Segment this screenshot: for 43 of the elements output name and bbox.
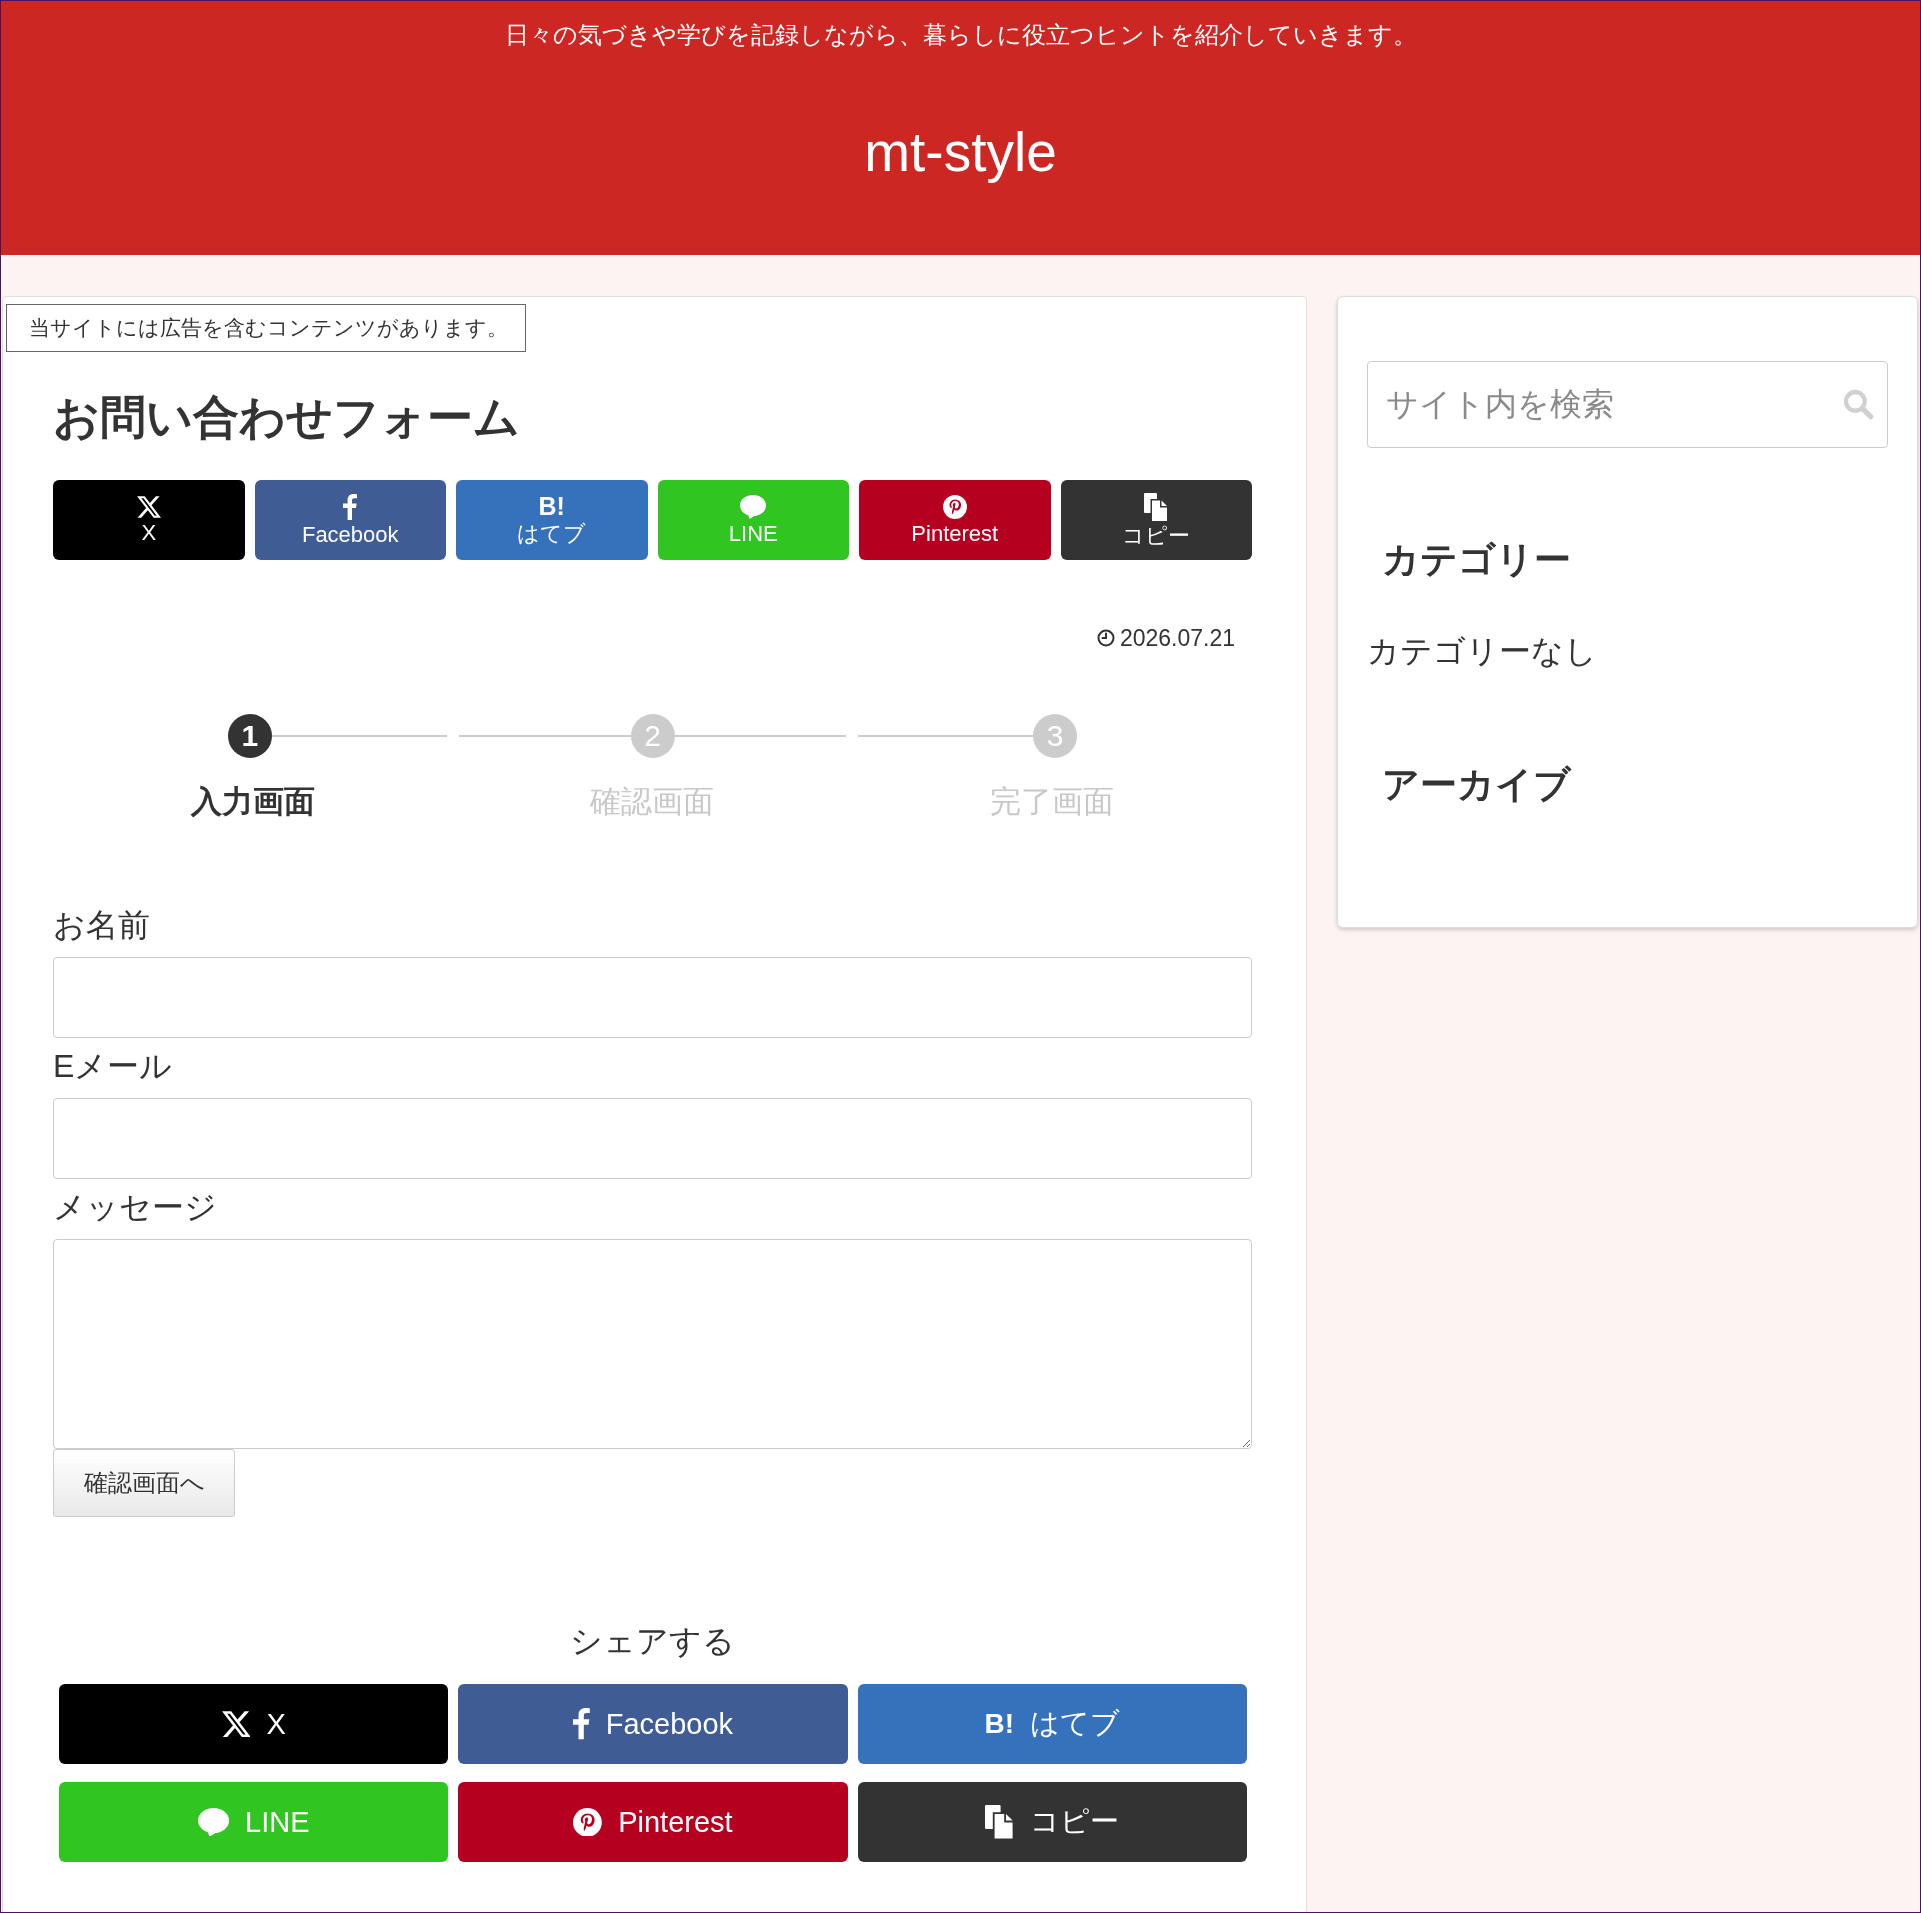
confirm-button[interactable]: 確認画面へ: [53, 1449, 235, 1517]
copy-share-button[interactable]: コピー: [857, 1782, 1247, 1862]
field-label: お名前: [53, 906, 150, 945]
site-title[interactable]: mt-style: [864, 120, 1057, 184]
step-label: 入力画面: [190, 783, 315, 821]
b-logo-icon: B!: [538, 494, 565, 519]
hatena-share-button[interactable]: B! はてブ: [857, 1684, 1247, 1764]
facebook-share-button[interactable]: Facebook: [458, 1684, 848, 1764]
copy-icon: [1144, 492, 1169, 521]
x-share-button[interactable]: X: [53, 480, 245, 560]
f-logo-icon: [572, 1708, 590, 1740]
post-date: 2026.07.21: [1119, 624, 1235, 652]
step-number: 1: [227, 714, 272, 758]
hatena-share-button[interactable]: B! はてブ: [456, 480, 648, 560]
widget-heading: カテゴリー: [1382, 538, 1571, 582]
site-tagline: 日々の気づきや学びを記録しながら、暮らしに役立つヒントを紹介していきます。: [504, 20, 1417, 50]
ad-notice: 当サイトには広告を含むコンテンツがあります。: [6, 304, 526, 352]
clock-icon: [1096, 629, 1115, 647]
pin-logo-icon: [942, 494, 967, 519]
field-label: メッセージ: [53, 1188, 217, 1227]
x-logo-icon: [136, 495, 161, 518]
search-field[interactable]: サイト内を検索: [1367, 361, 1888, 448]
x-share-button[interactable]: X: [59, 1684, 449, 1764]
pinterest-share-button[interactable]: Pinterest: [859, 480, 1051, 560]
text-input-field[interactable]: [53, 957, 1252, 1038]
pin-logo-icon: [573, 1807, 603, 1837]
copy-icon: [985, 1805, 1015, 1839]
x-logo-icon: [221, 1710, 251, 1738]
pinterest-share-button[interactable]: Pinterest: [458, 1782, 848, 1862]
page-title: お問い合わせフォーム: [53, 390, 521, 445]
message-textarea[interactable]: [53, 1239, 1252, 1449]
speech-bubble-icon: [197, 1807, 229, 1837]
copy-share-button[interactable]: コピー: [1060, 480, 1252, 560]
share-heading: シェアする: [570, 1622, 735, 1661]
facebook-share-button[interactable]: Facebook: [254, 480, 446, 560]
category-empty-text: カテゴリーなし: [1367, 632, 1597, 671]
b-logo-icon: B!: [984, 1710, 1015, 1738]
speech-bubble-icon: [740, 494, 767, 519]
text-input-field[interactable]: [53, 1098, 1252, 1179]
f-logo-icon: [343, 493, 358, 520]
search-icon[interactable]: [1842, 388, 1874, 420]
widget-heading: アーカイブ: [1382, 763, 1571, 807]
field-label: Eメール: [53, 1047, 173, 1086]
